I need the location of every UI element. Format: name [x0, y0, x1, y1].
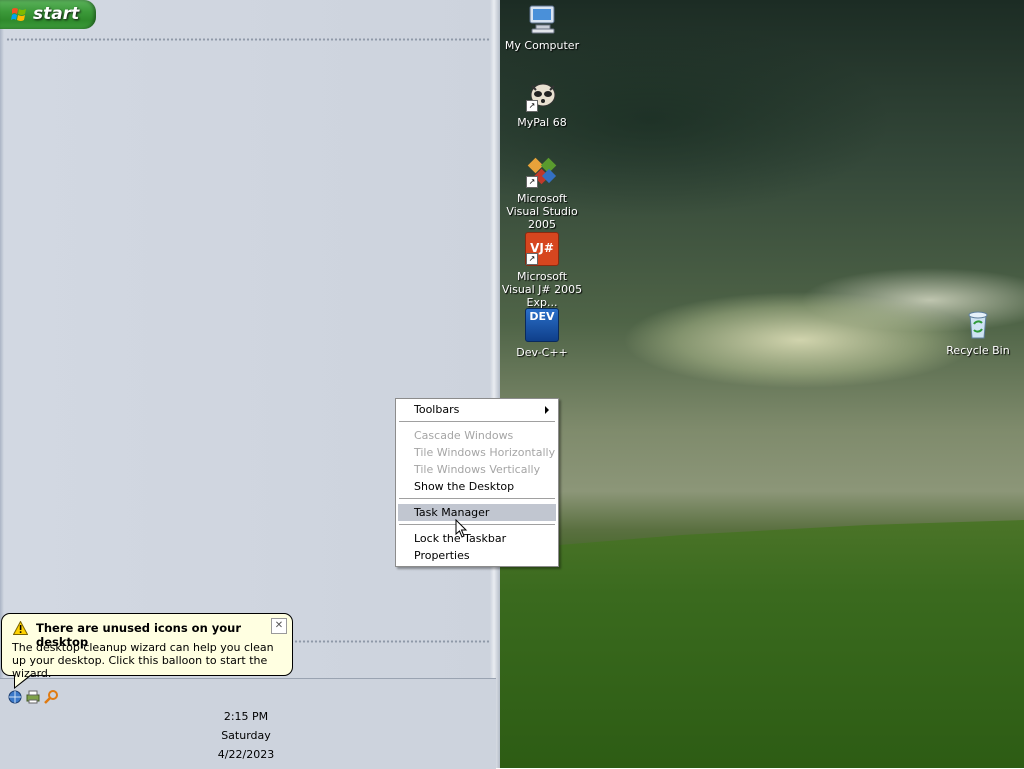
clock-day[interactable]: Saturday	[196, 729, 296, 742]
balloon-body: The desktop cleanup wizard can help you …	[12, 641, 274, 680]
menu-item-show-desktop[interactable]: Show the Desktop	[398, 478, 556, 495]
warning-icon	[13, 621, 28, 635]
desktop-icon-my-computer[interactable]: My Computer	[500, 3, 584, 52]
visual-studio-icon: ↗	[526, 156, 558, 188]
desktop-icon-label: MyPal 68	[517, 116, 567, 129]
clock-date[interactable]: 4/22/2023	[196, 748, 296, 761]
mypal-browser-icon: ↗	[526, 80, 558, 112]
submenu-arrow-icon	[545, 406, 549, 414]
start-label: start	[33, 4, 80, 24]
start-button[interactable]: start	[0, 0, 96, 29]
dev-cpp-icon: DEV	[525, 308, 559, 342]
recycle-bin-icon	[962, 308, 994, 340]
desktop-icon-visual-studio[interactable]: ↗ Microsoft Visual Studio 2005	[500, 156, 584, 231]
search-icon[interactable]	[43, 689, 59, 705]
visual-jsharp-icon: VJ# ↗	[525, 232, 559, 266]
desktop-icon-label: Microsoft Visual Studio 2005	[506, 192, 578, 231]
desktop-icon-dev-cpp[interactable]: DEV Dev-C++	[500, 308, 584, 359]
desktop-wallpaper[interactable]: My Computer ↗ MyPal 68 ↗ Microsoft Visua…	[500, 0, 1024, 768]
menu-item-tile-vertically: Tile Windows Vertically	[414, 463, 541, 476]
mouse-cursor-icon	[455, 519, 468, 538]
menu-separator	[399, 421, 555, 422]
taskbar-context-menu: Toolbars Cascade Windows Tile Windows Ho…	[395, 398, 559, 567]
desktop-icon-label: Microsoft Visual J# 2005 Exp...	[501, 270, 583, 309]
balloon-close-button[interactable]: ✕	[271, 618, 287, 634]
desktop-icon-label: Dev-C++	[516, 346, 568, 359]
printer-icon[interactable]	[25, 689, 41, 705]
menu-separator	[399, 524, 555, 525]
menu-item-cascade-windows: Cascade Windows	[414, 429, 514, 442]
menu-separator	[399, 498, 555, 499]
desktop-cleanup-balloon[interactable]: There are unused icons on your desktop ✕…	[1, 613, 293, 689]
desktop-icon-visual-jsharp[interactable]: VJ# ↗ Microsoft Visual J# 2005 Exp...	[500, 232, 584, 309]
clock-time[interactable]: 2:15 PM	[196, 710, 296, 723]
system-tray: 2:15 PM Saturday 4/22/2023	[0, 678, 496, 769]
desktop-icon-mypal[interactable]: ↗ MyPal 68	[500, 80, 584, 129]
desktop-icon-recycle-bin[interactable]: Recycle Bin	[936, 308, 1020, 357]
computer-icon	[526, 3, 558, 35]
menu-item-tile-horizontally: Tile Windows Horizontally	[414, 446, 556, 459]
menu-item-task-manager[interactable]: Task Manager	[398, 504, 556, 521]
windows-logo-icon	[11, 8, 26, 21]
wallpaper-meadow	[500, 520, 1024, 768]
desktop-icon-label: My Computer	[504, 39, 580, 52]
desktop-icon-label: Recycle Bin	[946, 344, 1010, 357]
network-icon[interactable]	[7, 689, 23, 705]
menu-item-properties[interactable]: Properties	[398, 547, 556, 564]
menu-item-lock-taskbar[interactable]: Lock the Taskbar	[398, 530, 556, 547]
menu-item-toolbars[interactable]: Toolbars	[398, 401, 556, 418]
toolbar-grip-top[interactable]	[6, 38, 490, 41]
